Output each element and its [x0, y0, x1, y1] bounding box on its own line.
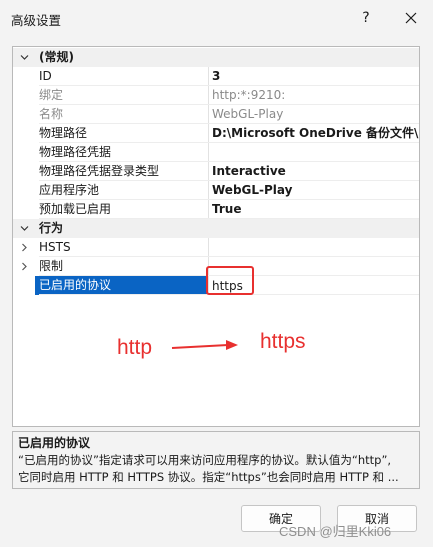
collapse-chevron-icon[interactable]	[17, 219, 31, 238]
property-value	[212, 143, 419, 162]
property-label: ID	[39, 69, 52, 83]
property-label: 物理路径	[39, 126, 88, 140]
close-icon	[405, 12, 417, 24]
property-row-logon-type[interactable]: 物理路径凭据登录类型 Interactive	[13, 162, 419, 181]
property-value: True	[212, 202, 242, 216]
expand-chevron-icon[interactable]	[17, 238, 31, 257]
help-button[interactable]: ?	[346, 3, 386, 33]
property-label: 应用程序池	[39, 183, 100, 197]
help-icon: ?	[362, 10, 370, 26]
property-row-path-credentials[interactable]: 物理路径凭据	[13, 143, 419, 162]
property-label: 已启用的协议	[35, 276, 208, 295]
annotation-highlight-box	[206, 266, 254, 295]
property-row-hsts[interactable]: HSTS	[13, 238, 419, 257]
property-row-app-pool[interactable]: 应用程序池 WebGL-Play	[13, 181, 419, 200]
category-general[interactable]: (常规)	[13, 48, 419, 67]
property-value: D:\Microsoft OneDrive 备份文件\O	[212, 126, 420, 140]
annotation-from-text: http	[117, 336, 153, 359]
window-title: 高级设置	[11, 13, 62, 28]
annotation-to-text: https	[260, 330, 306, 353]
property-label: 绑定	[39, 88, 64, 102]
property-value	[212, 238, 419, 257]
category-label: (常规)	[39, 50, 74, 64]
property-value: http:*:9210:	[212, 88, 286, 102]
description-line-1: “已启用的协议”指定请求可以用来访问应用程序的协议。默认值为“http”,	[18, 453, 392, 467]
watermark-text: CSDN @归里Kki06	[279, 524, 392, 539]
property-label: 物理路径凭据	[39, 145, 112, 159]
category-label: 行为	[39, 221, 64, 235]
property-row-physical-path[interactable]: 物理路径 D:\Microsoft OneDrive 备份文件\O	[13, 124, 419, 143]
property-row-id[interactable]: ID 3	[13, 67, 419, 86]
property-label: 名称	[39, 107, 64, 121]
description-line-2: 它同时启用 HTTP 和 HTTPS 协议。指定“https”也会同时启用 HT…	[18, 470, 399, 484]
property-row-binding[interactable]: 绑定 http:*:9210:	[13, 86, 419, 105]
property-value: WebGL-Play	[212, 183, 293, 197]
description-panel: 已启用的协议 “已启用的协议”指定请求可以用来访问应用程序的协议。默认值为“ht…	[12, 431, 420, 489]
category-behavior[interactable]: 行为	[13, 219, 419, 238]
close-button[interactable]	[391, 3, 431, 33]
title-bar: 高级设置 ?	[0, 0, 433, 36]
property-label: 预加载已启用	[39, 202, 112, 216]
property-grid[interactable]: (常规) ID 3 绑定 http:*:9210: 名称 WebGL-Play …	[12, 46, 420, 427]
property-label: 物理路径凭据登录类型	[39, 164, 160, 178]
property-row-preload[interactable]: 预加载已启用 True	[13, 200, 419, 219]
property-row-name[interactable]: 名称 WebGL-Play	[13, 105, 419, 124]
property-value: WebGL-Play	[212, 107, 284, 121]
property-label: HSTS	[39, 240, 71, 254]
expand-chevron-icon[interactable]	[17, 257, 31, 276]
collapse-chevron-icon[interactable]	[17, 48, 31, 67]
annotation-arrow-icon	[171, 340, 238, 350]
description-title: 已启用的协议	[18, 436, 91, 450]
property-value: 3	[212, 69, 221, 83]
property-label: 限制	[39, 259, 64, 273]
property-value: Interactive	[212, 164, 286, 178]
